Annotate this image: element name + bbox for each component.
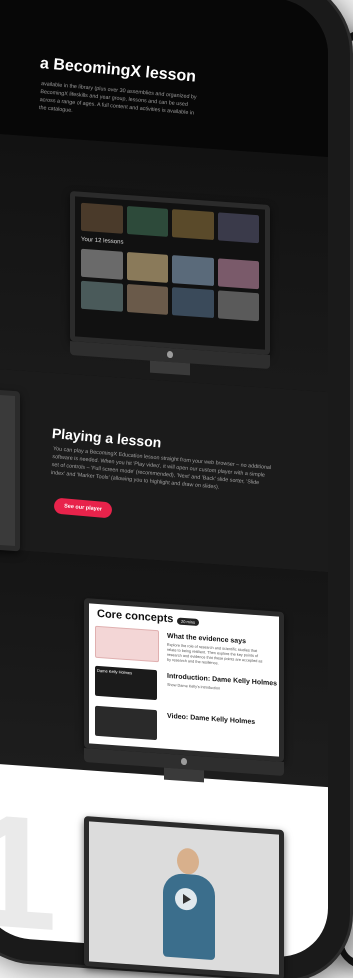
play-icon[interactable]: [175, 887, 197, 911]
lesson-tile[interactable]: [172, 209, 214, 241]
lesson-tile[interactable]: [81, 202, 123, 234]
lesson-tile[interactable]: [172, 287, 214, 319]
lesson-tile[interactable]: [81, 248, 123, 280]
lesson-tile[interactable]: [217, 212, 259, 244]
lesson-tile[interactable]: [126, 205, 168, 237]
lesson-tile[interactable]: [217, 258, 259, 290]
duration-badge: 20 mins: [177, 617, 200, 627]
scene: 1 a BecomingX lesson available in the li…: [0, 0, 353, 978]
intro-card-label: Dame Kelly Holmes: [97, 667, 133, 676]
apple-logo-icon: [181, 757, 187, 766]
lesson-grid: [75, 242, 265, 327]
library-monitor: Your 12 lessons: [70, 191, 270, 376]
partial-monitor: [0, 388, 20, 552]
video-screen: [89, 821, 279, 975]
decorative-number: 1: [0, 778, 57, 961]
lesson-tile[interactable]: [172, 255, 214, 287]
core-concepts-monitor: Core concepts 20 mins What the evidence …: [84, 598, 284, 783]
apple-logo-icon: [167, 350, 173, 359]
library-screen: Your 12 lessons: [75, 196, 265, 350]
evidence-text: Explore the role of research and scienti…: [167, 642, 263, 666]
intro-card[interactable]: Dame Kelly Holmes: [95, 665, 157, 701]
video-monitor: [84, 816, 284, 978]
lesson-tile[interactable]: [217, 290, 259, 322]
video-heading: Video: Dame Kelly Holmes: [167, 712, 256, 726]
video-card[interactable]: [95, 705, 157, 741]
lesson-tile[interactable]: [126, 283, 168, 315]
core-concepts-screen: Core concepts 20 mins What the evidence …: [89, 603, 279, 757]
core-concepts-title: Core concepts: [97, 607, 174, 626]
evidence-card[interactable]: [95, 625, 159, 663]
lesson-tile[interactable]: [81, 280, 123, 312]
lesson-tile[interactable]: [126, 251, 168, 283]
